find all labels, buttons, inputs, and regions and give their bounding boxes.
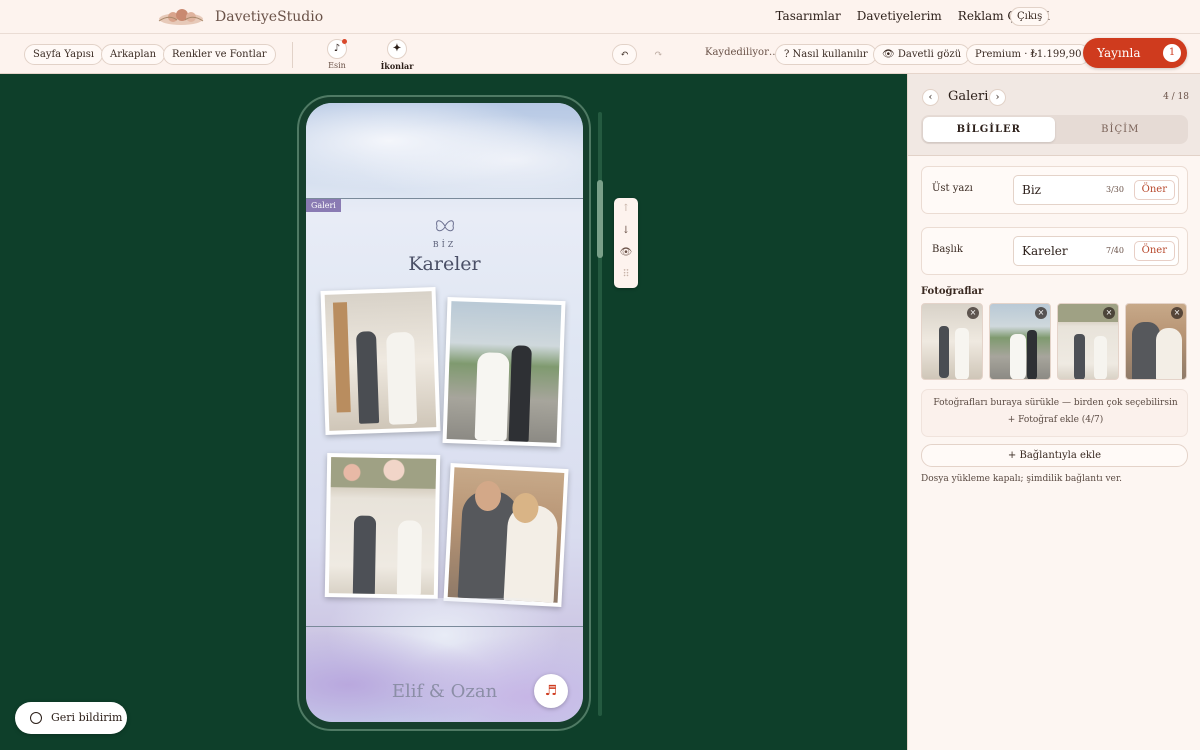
tab-format[interactable]: BİÇİM bbox=[1055, 117, 1187, 142]
section-counter: 4 / 18 bbox=[1163, 92, 1189, 102]
remove-photo-icon[interactable]: × bbox=[1035, 307, 1047, 319]
visibility-icon[interactable]: 👁 bbox=[614, 242, 638, 264]
photo-image bbox=[328, 457, 437, 595]
title-input[interactable]: Kareler 7/40 Öner bbox=[1013, 236, 1179, 266]
publish-label: Yayınla bbox=[1097, 46, 1141, 60]
remove-photo-icon[interactable]: × bbox=[967, 307, 979, 319]
gallery-photo-2[interactable] bbox=[442, 296, 566, 448]
gallery-photo-4[interactable] bbox=[443, 463, 569, 607]
panel-title: Galeri bbox=[948, 89, 989, 104]
next-section-button[interactable]: › bbox=[989, 89, 1006, 106]
phone-screen[interactable]: Galeri BİZ Kareler Elif & Ozan bbox=[306, 103, 583, 722]
upper-text-suggest-button[interactable]: Öner bbox=[1133, 180, 1175, 200]
how-to-use-button[interactable]: ? Nasıl kullanılır bbox=[775, 44, 877, 65]
photo-image bbox=[446, 301, 562, 443]
top-nav: DavetiyeStudio Tasarımlar Davetiyelerim … bbox=[0, 0, 1200, 34]
photo-image bbox=[447, 467, 565, 603]
upper-text-label: Üst yazı bbox=[932, 183, 973, 194]
feedback-label: Geri bildirim bbox=[51, 711, 123, 724]
title-field-card: Başlık Kareler 7/40 Öner bbox=[921, 227, 1188, 275]
music-icon: ♬ bbox=[544, 683, 558, 699]
drag-handle-icon[interactable]: ⠿ bbox=[614, 264, 638, 286]
title-value: Kareler bbox=[1022, 244, 1068, 258]
publish-count-badge: 1 bbox=[1163, 44, 1181, 62]
upper-text-char-count: 3/30 bbox=[1106, 185, 1124, 194]
logout-button[interactable]: Çıkış bbox=[1010, 7, 1050, 26]
butterfly-icon bbox=[436, 220, 454, 232]
title-char-count: 7/40 bbox=[1106, 246, 1124, 255]
chevron-right-icon: › bbox=[995, 92, 1000, 103]
guest-view-button[interactable]: 👁 Davetli gözü bbox=[873, 44, 971, 65]
chevron-left-icon: ‹ bbox=[928, 92, 933, 103]
section-divider-top bbox=[306, 198, 583, 199]
photo-thumb-4[interactable]: × bbox=[1125, 303, 1187, 380]
photos-section-label: Fotoğraflar bbox=[921, 286, 984, 297]
preview-scrollbar-thumb[interactable] bbox=[597, 180, 603, 258]
remove-photo-icon[interactable]: × bbox=[1103, 307, 1115, 319]
photo-thumb-2[interactable]: × bbox=[989, 303, 1051, 380]
notification-dot bbox=[342, 39, 347, 44]
inspiration-tool[interactable]: ♪ Esin bbox=[320, 39, 354, 70]
section-divider-bottom bbox=[306, 626, 583, 627]
dropzone-hint: Fotoğrafları buraya sürükle — birden çok… bbox=[933, 398, 1178, 408]
background-button[interactable]: Arkaplan bbox=[101, 44, 166, 65]
upper-text-field-card: Üst yazı Biz 3/30 Öner bbox=[921, 166, 1188, 214]
upper-text: BİZ bbox=[432, 240, 457, 249]
inspiration-label: Esin bbox=[328, 61, 346, 70]
move-down-icon[interactable]: ↓ bbox=[614, 220, 638, 242]
icons-tool[interactable]: ✦ İkonlar bbox=[380, 39, 414, 71]
panel-tabs: BİLGİLER BİÇİM bbox=[921, 115, 1188, 144]
icons-label: İkonlar bbox=[380, 61, 414, 71]
feedback-button[interactable]: Geri bildirim bbox=[15, 702, 127, 734]
prev-section-button[interactable]: ‹ bbox=[922, 89, 939, 106]
page-structure-button[interactable]: Sayfa Yapısı bbox=[24, 44, 104, 65]
gallery-photo-1[interactable] bbox=[320, 287, 441, 435]
tab-info[interactable]: BİLGİLER bbox=[923, 117, 1055, 142]
brand-name: DavetiyeStudio bbox=[215, 9, 324, 25]
settings-panel: ‹ Galeri › 4 / 18 BİLGİLER BİÇİM Üst yaz… bbox=[907, 74, 1200, 750]
redo-button[interactable]: ↷ bbox=[646, 44, 671, 65]
add-photo-button[interactable]: + Fotoğraf ekle (4/7) bbox=[922, 415, 1189, 425]
floral-logo-icon bbox=[155, 6, 207, 28]
toolbar-divider bbox=[292, 42, 293, 68]
music-toggle-button[interactable]: ♬ bbox=[534, 674, 568, 708]
photo-thumb-1[interactable]: × bbox=[921, 303, 983, 380]
section-side-tools: ↑ ↓ 👁 ⠿ bbox=[614, 198, 638, 288]
upper-text-value: Biz bbox=[1022, 183, 1041, 197]
photo-image bbox=[324, 291, 437, 431]
add-by-link-button[interactable]: + Bağlantıyla ekle bbox=[921, 444, 1188, 467]
nav-links: Tasarımlar Davetiyelerim Reklam Çekimi bbox=[775, 9, 1050, 23]
sky-section bbox=[306, 103, 583, 198]
upload-disabled-note: Dosya yükleme kapalı; şimdilik bağlantı … bbox=[921, 474, 1123, 484]
redo-icon: ↷ bbox=[654, 49, 663, 60]
publish-button[interactable]: Yayınla 1 bbox=[1083, 38, 1187, 68]
chat-bubble-icon bbox=[30, 712, 42, 724]
editor-toolbar: Sayfa Yapısı Arkaplan Renkler ve Fontlar… bbox=[0, 34, 1200, 74]
colors-fonts-button[interactable]: Renkler ve Fontlar bbox=[163, 44, 276, 65]
remove-photo-icon[interactable]: × bbox=[1171, 307, 1183, 319]
nav-link-designs[interactable]: Tasarımlar bbox=[775, 9, 840, 23]
gallery-photo-3[interactable] bbox=[324, 453, 441, 599]
sparkle-icon: ✦ bbox=[387, 39, 407, 59]
upper-text-input[interactable]: Biz 3/30 Öner bbox=[1013, 175, 1179, 205]
panel-header: ‹ Galeri › 4 / 18 BİLGİLER BİÇİM bbox=[908, 74, 1200, 156]
photo-dropzone[interactable]: Fotoğrafları buraya sürükle — birden çok… bbox=[921, 389, 1188, 437]
title-suggest-button[interactable]: Öner bbox=[1133, 241, 1175, 261]
title-label: Başlık bbox=[932, 244, 963, 255]
brand-logo[interactable]: DavetiyeStudio bbox=[155, 6, 323, 28]
music-note-icon: ♪ bbox=[327, 39, 347, 59]
premium-button[interactable]: Premium · ₺1.199,90 bbox=[966, 44, 1091, 65]
undo-button[interactable]: ↶ bbox=[612, 44, 637, 65]
gallery-title: Kareler bbox=[408, 253, 481, 275]
move-up-icon[interactable]: ↑ bbox=[614, 198, 638, 220]
gallery-section-tag[interactable]: Galeri bbox=[306, 199, 341, 212]
nav-link-my-invitations[interactable]: Davetiyelerim bbox=[857, 9, 942, 23]
save-status: Kaydediliyor… bbox=[705, 47, 779, 58]
photo-thumb-3[interactable]: × bbox=[1057, 303, 1119, 380]
undo-icon: ↶ bbox=[620, 49, 629, 60]
